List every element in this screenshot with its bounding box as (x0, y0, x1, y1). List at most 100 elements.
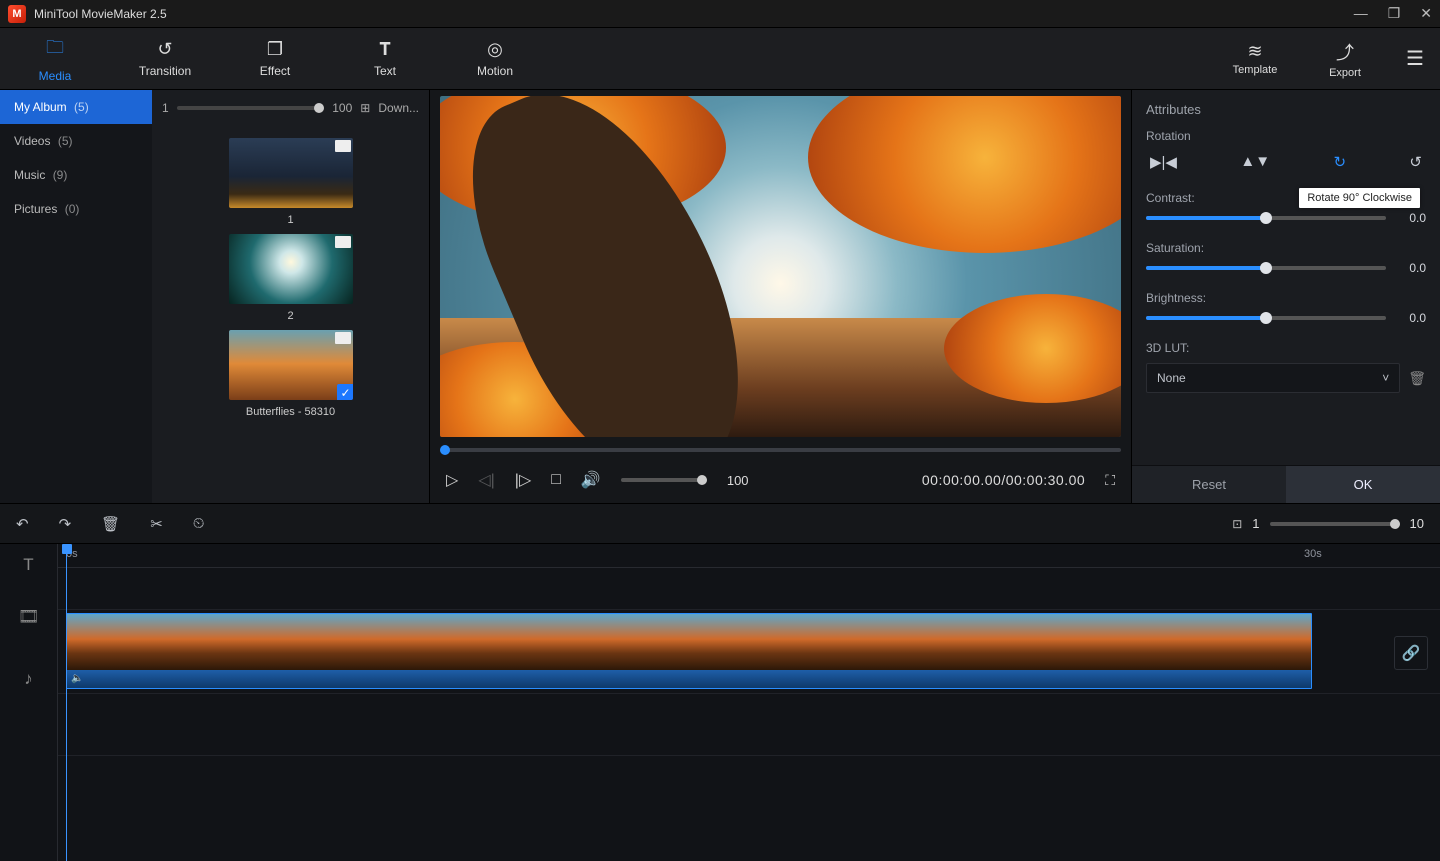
sidebar-item-pictures[interactable]: Pictures (0) (0, 192, 152, 226)
rotate-cw-button[interactable]: ↻ (1333, 153, 1346, 171)
folder-icon: 🗀 (0, 35, 110, 65)
tab-motion-label: Motion (440, 64, 550, 78)
rotate-cw-tooltip: Rotate 90° Clockwise (1299, 188, 1420, 208)
lut-label: 3D LUT: (1132, 335, 1440, 357)
link-clip-button[interactable]: 🔗 (1394, 636, 1428, 670)
video-track-icon[interactable]: 🎞 (0, 586, 57, 648)
text-track-icon[interactable]: T (0, 544, 57, 586)
tab-transition[interactable]: ↺ Transition (110, 39, 220, 78)
thumb-caption: Butterflies - 58310 (229, 406, 353, 418)
thumb-size-value: 100 (332, 101, 352, 115)
timeline-body[interactable]: 0s 30s 🔈 🔗 (58, 544, 1440, 861)
ok-button[interactable]: OK (1286, 466, 1440, 503)
chevron-down-icon: ˅ (1382, 371, 1389, 385)
video-badge-icon (335, 140, 351, 152)
app-title: MiniTool MovieMaker 2.5 (34, 7, 1354, 21)
video-track[interactable]: 🔈 (58, 610, 1440, 694)
volume-icon[interactable]: 🔊 (581, 470, 601, 490)
zoom-min: 1 (1252, 516, 1259, 531)
lut-select[interactable]: None ˅ (1146, 363, 1400, 393)
sidebar-item-label: My Album (14, 100, 67, 114)
saturation-value: 0.0 (1396, 261, 1426, 275)
playhead[interactable] (66, 544, 67, 861)
view-toggle-icon[interactable]: ⊞ (360, 101, 370, 115)
text-track[interactable] (58, 568, 1440, 610)
stop-button[interactable]: □ (551, 471, 561, 489)
rotate-ccw-button[interactable]: ↺ (1409, 153, 1422, 171)
tab-media[interactable]: 🗀 Media (0, 35, 110, 83)
lut-value: None (1157, 371, 1186, 385)
clip-waveform: 🔈 (67, 670, 1311, 689)
export-button[interactable]: ⤴ Export (1300, 39, 1390, 79)
rotation-label: Rotation (1132, 123, 1440, 145)
play-button[interactable]: ▷ (446, 470, 458, 490)
undo-button[interactable]: ↶ (16, 515, 29, 533)
tab-text-label: Text (330, 64, 440, 78)
minimize-button[interactable]: — (1354, 5, 1368, 22)
reset-button[interactable]: Reset (1132, 466, 1286, 503)
timeline-toolbar: ↶ ↷ 🗑 ✂ ⏲ ⊡ 1 10 (0, 504, 1440, 544)
flip-vertical-button[interactable]: ▲▼ (1240, 153, 1270, 171)
delete-button[interactable]: 🗑 (101, 515, 120, 533)
zoom-slider[interactable] (1270, 522, 1400, 526)
next-frame-button[interactable]: |▷ (515, 470, 531, 490)
time-ruler[interactable]: 0s 30s (58, 544, 1440, 568)
sidebar-item-count: (5) (58, 134, 73, 148)
redo-button[interactable]: ↷ (59, 515, 72, 533)
fit-button[interactable]: ⊡ (1232, 517, 1242, 531)
preview-progress[interactable] (440, 448, 1121, 452)
download-button[interactable]: Down... (378, 101, 419, 115)
tab-effect[interactable]: ❐ Effect (220, 39, 330, 78)
video-badge-icon (335, 236, 351, 248)
brightness-slider[interactable] (1146, 316, 1386, 320)
media-thumb[interactable]: 1 (229, 138, 353, 226)
preview-viewport[interactable] (440, 96, 1121, 437)
fullscreen-button[interactable]: ⛶ (1105, 472, 1115, 489)
split-button[interactable]: ✂ (150, 515, 163, 533)
volume-slider[interactable] (621, 478, 707, 482)
contrast-slider[interactable] (1146, 216, 1386, 220)
close-button[interactable]: ✕ (1420, 5, 1432, 22)
media-header: 1 100 ⊞ Down... (152, 90, 429, 126)
zoom-max: 10 (1410, 516, 1424, 531)
sidebar-item-videos[interactable]: Videos (5) (0, 124, 152, 158)
audio-track-icon[interactable]: ♪ (0, 648, 57, 710)
media-thumb[interactable]: 2 (229, 234, 353, 322)
selected-check-icon: ✓ (337, 384, 353, 400)
thumb-size-slider[interactable] (177, 106, 325, 110)
sidebar-item-label: Music (14, 168, 45, 182)
attributes-panel: Attributes Rotation ▶|◀ ▲▼ ↻ ↺ Rotate 90… (1132, 90, 1440, 503)
media-thumb[interactable]: ✓ Butterflies - 58310 (229, 330, 353, 418)
sidebar-item-music[interactable]: Music (9) (0, 158, 152, 192)
top-tabs: 🗀 Media ↺ Transition ❐ Effect 𝐓 Text ◎ M… (0, 28, 1440, 90)
tab-transition-label: Transition (110, 64, 220, 78)
lut-delete-button[interactable]: 🗑 (1408, 370, 1426, 387)
motion-icon: ◎ (440, 39, 550, 60)
tab-motion[interactable]: ◎ Motion (440, 39, 550, 78)
effect-icon: ❐ (220, 39, 330, 60)
thumb-caption: 1 (229, 214, 353, 226)
maximize-button[interactable]: ❐ (1388, 5, 1401, 22)
speed-button[interactable]: ⏲ (193, 515, 205, 532)
timeline: T 🎞 ♪ 0s 30s 🔈 🔗 (0, 544, 1440, 861)
preview-panel: ▷ ◁| |▷ □ 🔊 100 00:00:00.00/00:00:30.00 … (430, 90, 1132, 503)
contrast-value: 0.0 (1396, 211, 1426, 225)
tab-effect-label: Effect (220, 64, 330, 78)
sidebar-item-count: (0) (65, 202, 80, 216)
sidebar-item-count: (9) (53, 168, 68, 182)
thumb-size-min: 1 (162, 101, 169, 115)
template-label: Template (1210, 64, 1300, 76)
template-button[interactable]: ≋ Template (1210, 41, 1300, 76)
export-label: Export (1300, 67, 1390, 79)
sidebar-item-myalbum[interactable]: My Album (5) (0, 90, 152, 124)
tab-text[interactable]: 𝐓 Text (330, 39, 440, 78)
flip-horizontal-button[interactable]: ▶|◀ (1150, 153, 1177, 171)
video-clip[interactable]: 🔈 (66, 613, 1312, 689)
brightness-label: Brightness: (1132, 285, 1440, 307)
text-icon: 𝐓 (330, 39, 440, 60)
audio-track[interactable] (58, 694, 1440, 756)
attributes-title: Attributes (1132, 90, 1440, 123)
menu-button[interactable]: ☰ (1390, 46, 1440, 71)
saturation-slider[interactable] (1146, 266, 1386, 270)
prev-frame-button[interactable]: ◁| (478, 470, 494, 490)
